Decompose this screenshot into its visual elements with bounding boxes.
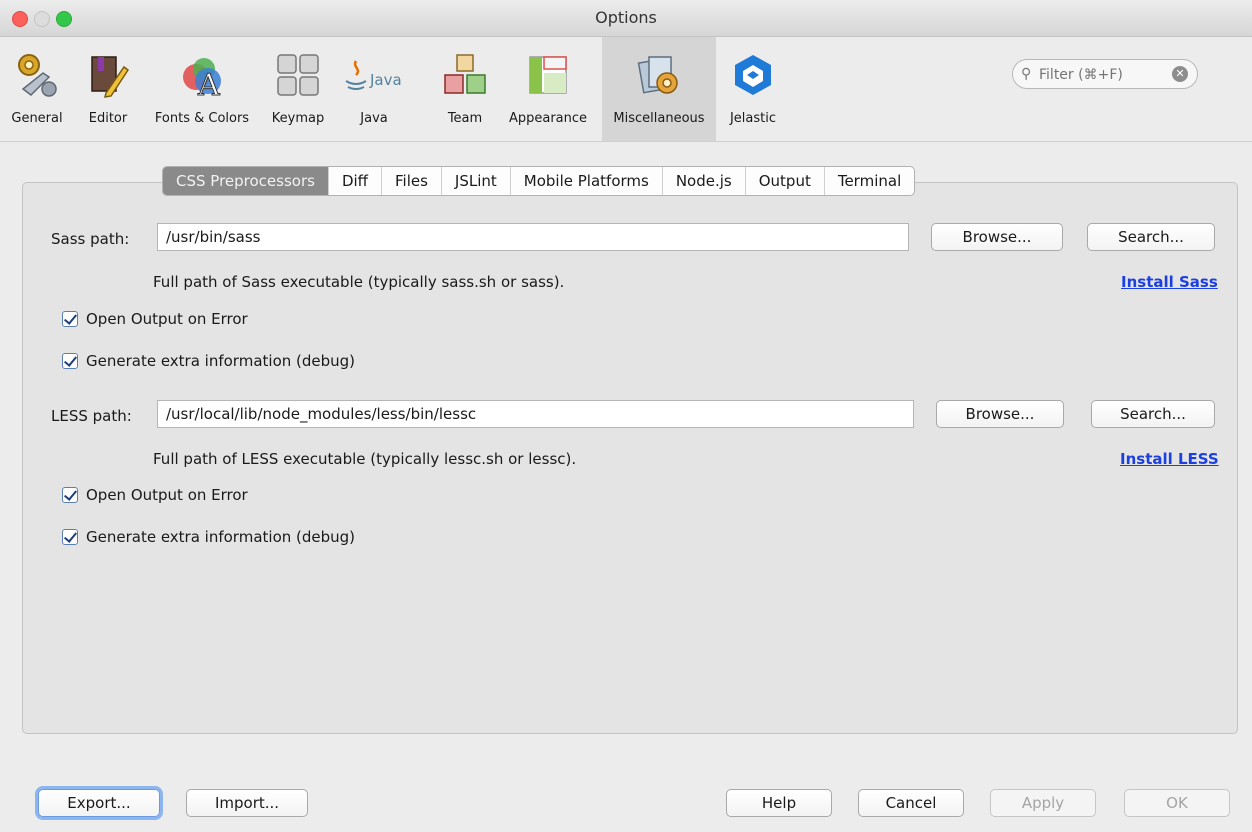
toolbar-label: Team xyxy=(447,111,483,126)
toolbar-label: Keymap xyxy=(271,111,325,126)
clear-filter-icon[interactable]: ✕ xyxy=(1172,66,1188,82)
checkbox-label: Generate extra information (debug) xyxy=(86,352,356,370)
filter-search-box: ⚲ ✕ xyxy=(1012,59,1198,89)
search-icon: ⚲ xyxy=(1021,66,1032,82)
checkbox-checked[interactable] xyxy=(62,353,78,369)
toolbar-label: Editor xyxy=(88,111,128,126)
toolbar-label: Miscellaneous xyxy=(613,111,705,126)
tab-files[interactable]: Files xyxy=(382,167,442,195)
import-button[interactable]: Import... xyxy=(186,789,308,817)
checkbox-label: Open Output on Error xyxy=(86,486,248,504)
toolbar-item-jelastic[interactable]: Jelastic xyxy=(718,37,788,141)
tab-output[interactable]: Output xyxy=(746,167,825,195)
toolbar-label: General xyxy=(11,111,63,126)
sass-browse-button[interactable]: Browse... xyxy=(931,223,1063,251)
tab-mobile-platforms[interactable]: Mobile Platforms xyxy=(511,167,663,195)
checkbox-checked[interactable] xyxy=(62,487,78,503)
checkbox-label: Generate extra information (debug) xyxy=(86,528,356,546)
team-cubes-icon xyxy=(444,54,486,94)
toolbar-item-java[interactable]: Java Java xyxy=(338,37,410,141)
java-icon: Java xyxy=(345,60,402,90)
cancel-button[interactable]: Cancel xyxy=(858,789,964,817)
toolbar-label: Fonts & Colors xyxy=(154,111,250,126)
toolbar-item-keymap[interactable]: Keymap xyxy=(266,37,330,141)
less-path-input[interactable] xyxy=(157,400,914,428)
ok-button[interactable]: OK xyxy=(1124,789,1230,817)
sass-open-output-checkbox[interactable]: Open Output on Error xyxy=(62,310,248,328)
svg-text:Java: Java xyxy=(369,71,402,89)
tab-jslint[interactable]: JSLint xyxy=(442,167,511,195)
less-path-hint: Full path of LESS executable (typically … xyxy=(153,450,577,468)
options-toolbar: General Editor A Fonts & Colors Keymap J… xyxy=(0,37,1252,142)
sass-search-button[interactable]: Search... xyxy=(1087,223,1215,251)
tab-nodejs[interactable]: Node.js xyxy=(663,167,746,195)
tab-bar: CSS Preprocessors Diff Files JSLint Mobi… xyxy=(162,166,916,196)
toolbar-item-general[interactable]: General xyxy=(6,37,68,141)
sass-path-label: Sass path: xyxy=(51,230,130,248)
less-path-label: LESS path: xyxy=(51,407,132,425)
tab-css-preprocessors[interactable]: CSS Preprocessors xyxy=(163,167,329,195)
miscellaneous-icon xyxy=(637,56,678,94)
sass-path-input[interactable] xyxy=(157,223,909,251)
svg-text:A: A xyxy=(197,68,220,99)
export-button[interactable]: Export... xyxy=(38,789,160,817)
toolbar-item-miscellaneous[interactable]: Miscellaneous xyxy=(602,37,716,141)
window-title: Options xyxy=(595,8,657,27)
book-pencil-icon xyxy=(91,56,130,98)
help-button[interactable]: Help xyxy=(726,789,832,817)
toolbar-label: Jelastic xyxy=(729,111,777,126)
fonts-colors-icon: A xyxy=(183,58,221,99)
keyboard-icon xyxy=(277,54,319,96)
toolbar-label: Java xyxy=(360,111,388,126)
sass-path-hint: Full path of Sass executable (typically … xyxy=(153,273,565,291)
checkbox-checked[interactable] xyxy=(62,311,78,327)
less-debug-checkbox[interactable]: Generate extra information (debug) xyxy=(62,528,355,546)
title-bar: Options xyxy=(0,0,1252,37)
install-sass-link[interactable]: Install Sass xyxy=(1121,273,1218,291)
tab-diff[interactable]: Diff xyxy=(329,167,382,195)
tab-terminal[interactable]: Terminal xyxy=(825,167,914,195)
toolbar-item-team[interactable]: Team xyxy=(440,37,490,141)
checkbox-checked[interactable] xyxy=(62,529,78,545)
filter-input[interactable] xyxy=(1037,63,1161,87)
less-browse-button[interactable]: Browse... xyxy=(936,400,1064,428)
gear-wrench-icon xyxy=(18,54,57,97)
toolbar-label: Appearance xyxy=(508,111,588,126)
toolbar-item-editor[interactable]: Editor xyxy=(82,37,134,141)
install-less-link[interactable]: Install LESS xyxy=(1120,450,1219,468)
sass-debug-checkbox[interactable]: Generate extra information (debug) xyxy=(62,352,355,370)
less-open-output-checkbox[interactable]: Open Output on Error xyxy=(62,486,248,504)
apply-button[interactable]: Apply xyxy=(990,789,1096,817)
less-search-button[interactable]: Search... xyxy=(1091,400,1215,428)
jelastic-icon xyxy=(735,55,771,95)
checkbox-label: Open Output on Error xyxy=(86,310,248,328)
appearance-icon xyxy=(529,56,567,94)
toolbar-item-fonts-colors[interactable]: A Fonts & Colors xyxy=(146,37,258,141)
toolbar-item-appearance[interactable]: Appearance xyxy=(502,37,594,141)
